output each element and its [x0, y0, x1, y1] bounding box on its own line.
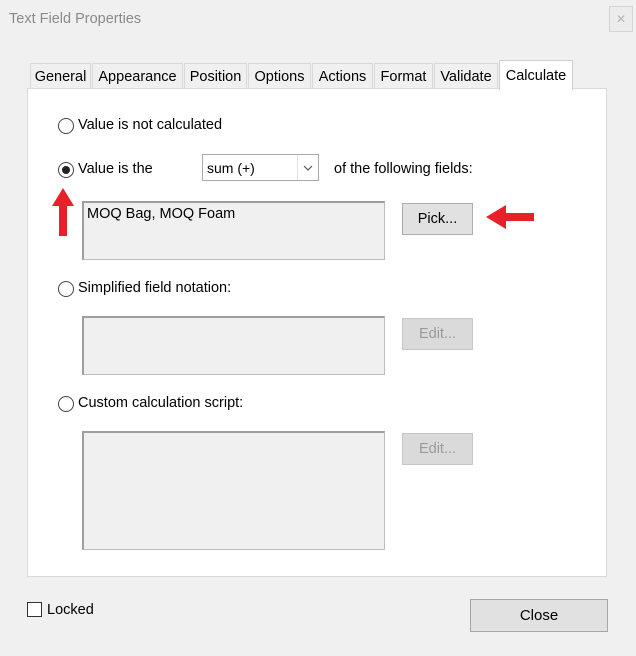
- tab-options[interactable]: Options: [248, 63, 311, 89]
- custom-edit-button[interactable]: Edit...: [402, 433, 473, 465]
- tab-format[interactable]: Format: [374, 63, 433, 89]
- simplified-notation-label: Simplified field notation:: [78, 280, 232, 296]
- locked-label: Locked: [47, 602, 94, 618]
- custom-script-label: Custom calculation script:: [78, 395, 244, 411]
- window-title: Text Field Properties: [9, 11, 142, 27]
- up-arrow-icon: [52, 188, 74, 236]
- tab-general[interactable]: General: [30, 63, 91, 89]
- tab-validate[interactable]: Validate: [434, 63, 498, 89]
- tab-actions[interactable]: Actions: [312, 63, 373, 89]
- tab-position[interactable]: Position: [184, 63, 247, 89]
- close-button[interactable]: Close: [470, 599, 608, 632]
- custom-script-radio[interactable]: [58, 396, 74, 412]
- simplified-notation-radio[interactable]: [58, 281, 74, 297]
- simplified-notation-box[interactable]: [82, 316, 385, 375]
- chevron-down-icon: [297, 155, 318, 180]
- custom-script-box[interactable]: [82, 431, 385, 550]
- not-calculated-radio[interactable]: [58, 118, 74, 134]
- value-is-label: Value is the: [78, 161, 153, 177]
- not-calculated-label: Value is not calculated: [78, 117, 223, 133]
- pick-button[interactable]: Pick...: [402, 203, 473, 235]
- locked-checkbox[interactable]: [27, 602, 42, 617]
- window-close-button[interactable]: ✕: [609, 6, 633, 32]
- simplified-edit-button[interactable]: Edit...: [402, 318, 473, 350]
- fields-list-box[interactable]: MOQ Bag, MOQ Foam: [82, 201, 385, 260]
- operation-select[interactable]: sum (+): [202, 154, 319, 181]
- operation-selected-value: sum (+): [207, 160, 255, 176]
- close-icon: ✕: [615, 12, 627, 26]
- fields-list-value: MOQ Bag, MOQ Foam: [87, 206, 236, 222]
- value-is-radio[interactable]: [58, 162, 74, 178]
- title-bar: Text Field Properties ✕: [0, 0, 636, 38]
- left-arrow-icon: [486, 205, 534, 229]
- following-fields-label: of the following fields:: [334, 161, 473, 177]
- tab-calculate[interactable]: Calculate: [499, 60, 573, 90]
- tab-appearance[interactable]: Appearance: [92, 63, 183, 89]
